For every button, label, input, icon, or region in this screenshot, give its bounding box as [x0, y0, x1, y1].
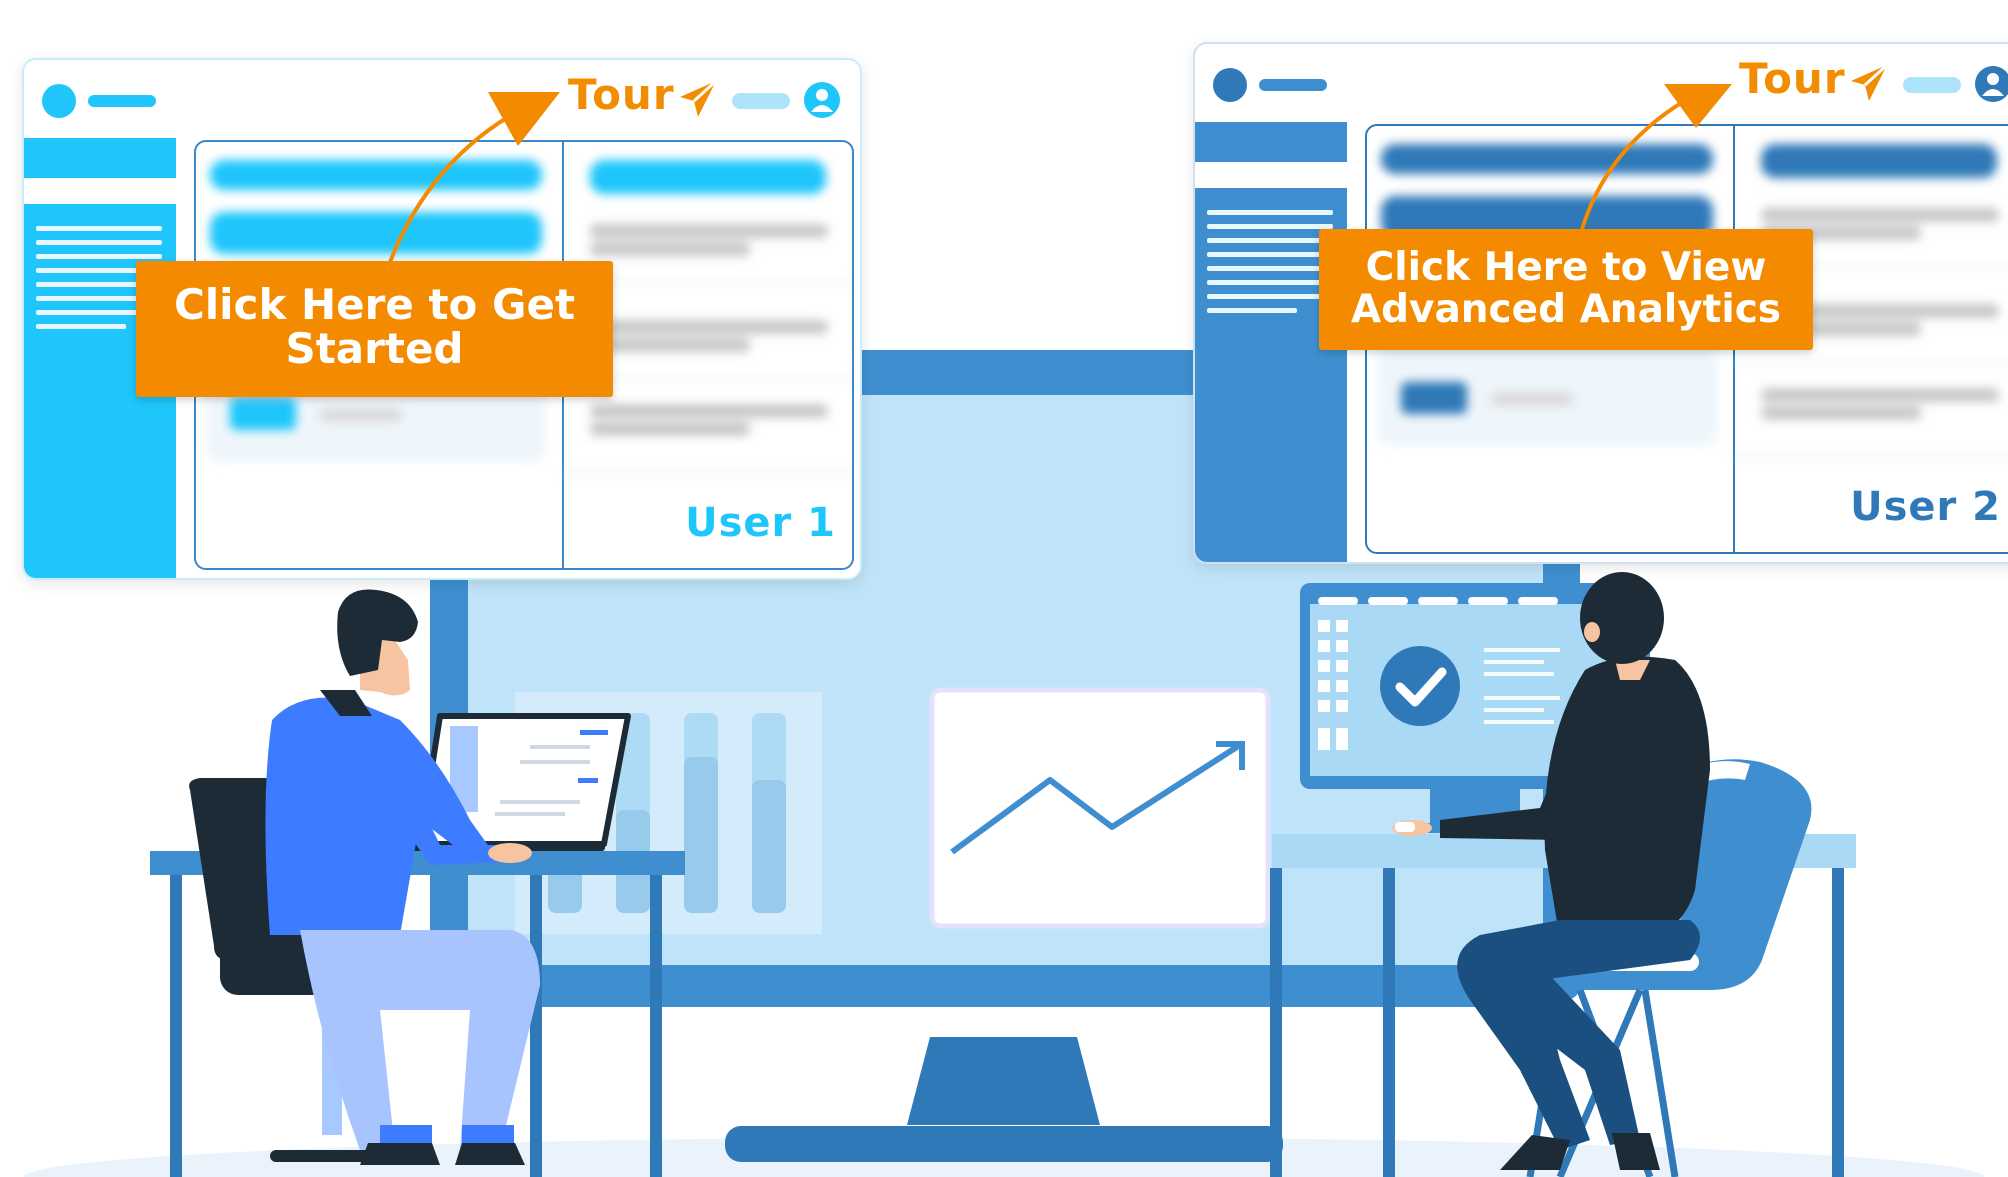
paper-plane-icon	[680, 79, 718, 117]
user-label: User 1	[685, 500, 836, 546]
callout-line: Click Here to Get	[173, 280, 576, 329]
tour-button[interactable]: Tour	[1739, 54, 1846, 103]
tour-button[interactable]: Tour	[568, 70, 675, 119]
advanced-analytics-callout[interactable]: Click Here to View Advanced Analytics	[1319, 229, 1813, 350]
header-pill	[732, 93, 790, 109]
callout-line: Click Here to View	[1365, 245, 1767, 290]
app-name-placeholder	[88, 95, 156, 107]
app-name-placeholder	[1259, 79, 1327, 91]
trend-chart-card	[929, 687, 1271, 929]
user-label: User 2	[1850, 484, 2001, 530]
user-avatar-icon[interactable]	[804, 82, 840, 118]
callout-line: Advanced Analytics	[1350, 287, 1782, 332]
get-started-callout[interactable]: Click Here to Get Started	[136, 261, 613, 397]
header-pill	[1903, 77, 1961, 93]
app-logo-dot	[1213, 68, 1247, 102]
app-logo-dot	[42, 84, 76, 118]
paper-plane-icon	[1851, 63, 1889, 101]
checkmark-icon	[1380, 646, 1460, 726]
user-avatar-icon[interactable]	[1975, 66, 2008, 102]
callout-line: Started	[285, 324, 464, 373]
